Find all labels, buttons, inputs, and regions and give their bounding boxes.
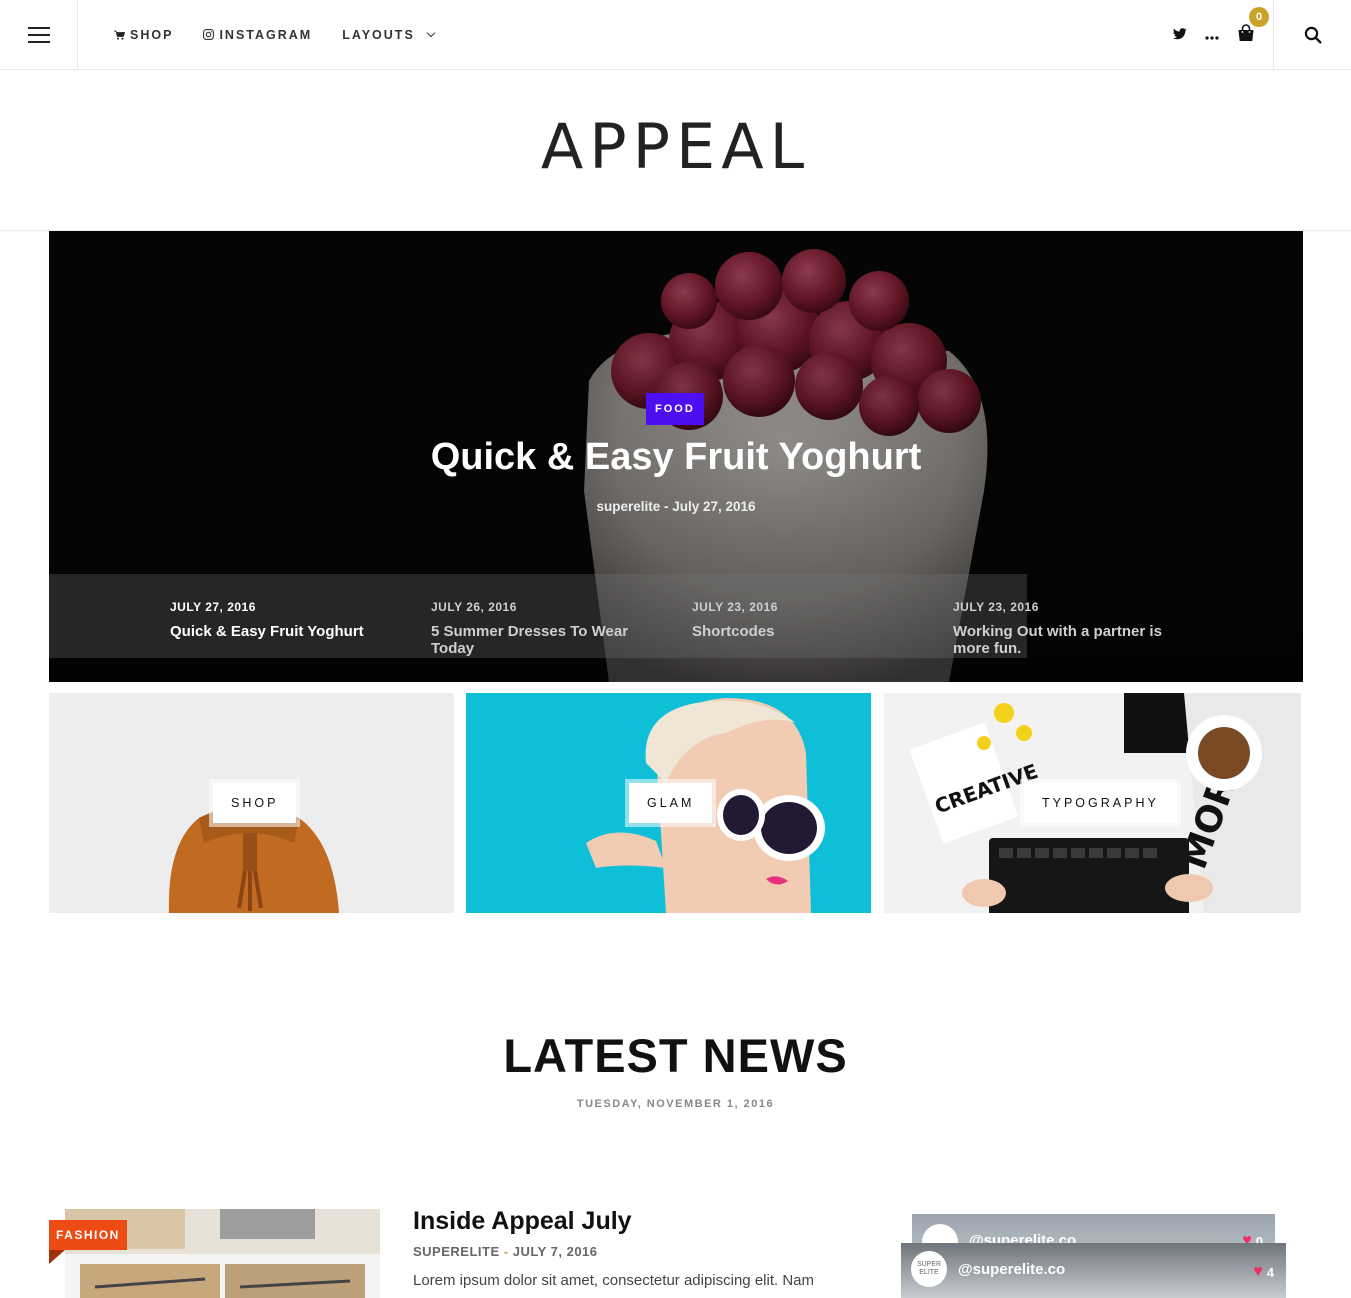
post-date: JULY 7, 2016	[512, 1244, 598, 1259]
main-nav: SHOP INSTAGRAM LAYOUTS	[114, 0, 436, 69]
badge-tail	[49, 1250, 65, 1264]
slide-title: Quick & Easy Fruit Yoghurt	[170, 623, 364, 640]
instagram-handle: @superelite.co	[958, 1261, 1066, 1278]
top-bar: SHOP INSTAGRAM LAYOUTS 0	[0, 0, 1351, 70]
shopping-bag-icon	[1238, 24, 1254, 41]
post-title[interactable]: Inside Appeal July	[413, 1207, 632, 1236]
slide-list: JULY 27, 2016 Quick & Easy Fruit Yoghurt…	[170, 600, 1214, 657]
category-badge-fashion[interactable]: FASHION	[49, 1220, 127, 1250]
social-icons: 0	[1173, 0, 1273, 69]
nav-item-shop[interactable]: SHOP	[114, 28, 173, 42]
nav-shop-label: SHOP	[130, 27, 174, 42]
instagram-icon	[203, 29, 215, 40]
avatar: SUPER ELITE	[911, 1251, 947, 1287]
category-tile-glam[interactable]: GLAM	[466, 693, 871, 913]
tile-label: SHOP	[208, 779, 301, 827]
search-icon	[1304, 26, 1321, 43]
category-badge-food[interactable]: FOOD	[646, 393, 704, 425]
category-tile-typography[interactable]: CREATIVE MORE TYPOGRAPHY	[884, 693, 1301, 913]
cart-icon	[114, 30, 125, 40]
slide-date: JULY 23, 2016	[692, 600, 778, 614]
search-button[interactable]	[1273, 0, 1351, 69]
slide-title: Shortcodes	[692, 623, 775, 640]
hamburger-icon	[27, 26, 50, 43]
category-tile-shop[interactable]: SHOP	[49, 693, 454, 913]
meta-separator: -	[503, 1244, 509, 1259]
slide-date: JULY 23, 2016	[953, 600, 1039, 614]
site-logo[interactable]: APPEAL	[0, 110, 1351, 183]
hero-meta: superelite - July 27, 2016	[596, 499, 756, 514]
slide-item[interactable]: JULY 23, 2016 Working Out with a partner…	[953, 600, 1214, 657]
slide-item[interactable]: JULY 26, 2016 5 Summer Dresses To Wear T…	[431, 600, 692, 657]
tile-label: GLAM	[624, 779, 717, 827]
heart-icon: ♥	[1253, 1263, 1263, 1280]
instagram-card[interactable]: SUPER ELITE @superelite.co ♥ 4	[901, 1243, 1286, 1298]
slide-date: JULY 26, 2016	[431, 600, 517, 614]
nav-item-instagram[interactable]: INSTAGRAM	[203, 28, 312, 42]
slide-title: Working Out with a partner is more fun.	[953, 623, 1162, 657]
latest-news-title: LATEST NEWS	[503, 1029, 848, 1082]
slide-item[interactable]: JULY 27, 2016 Quick & Easy Fruit Yoghurt	[170, 600, 431, 657]
menu-toggle-button[interactable]	[0, 0, 78, 69]
tile-label: TYPOGRAPHY	[1020, 779, 1181, 827]
post-author[interactable]: SUPERELITE	[413, 1244, 500, 1259]
nav-instagram-label: INSTAGRAM	[219, 27, 313, 42]
hero-slider[interactable]: FOOD Quick & Easy Fruit Yoghurt supereli…	[49, 231, 1303, 682]
slide-title: 5 Summer Dresses To Wear Today	[431, 623, 629, 657]
cart-count-badge: 0	[1249, 7, 1269, 27]
post-meta: SUPERELITE - JULY 7, 2016	[413, 1244, 598, 1259]
chevron-down-icon	[426, 28, 436, 37]
nav-item-layouts[interactable]: LAYOUTS	[342, 27, 436, 42]
slide-item[interactable]: JULY 23, 2016 Shortcodes	[692, 600, 953, 657]
hero-title[interactable]: Quick & Easy Fruit Yoghurt	[49, 436, 1303, 479]
likes-count: ♥ 4	[1253, 1263, 1274, 1280]
latest-news-date: TUESDAY, NOVEMBER 1, 2016	[576, 1098, 775, 1110]
shopping-bag-button[interactable]: 0	[1237, 7, 1269, 45]
post-excerpt: Lorem ipsum dolor sit amet, consectetur …	[413, 1272, 815, 1289]
more-icon[interactable]	[1205, 27, 1219, 43]
slide-date: JULY 27, 2016	[170, 600, 256, 614]
nav-layouts-label: LAYOUTS	[342, 27, 415, 42]
twitter-icon[interactable]	[1173, 27, 1187, 43]
